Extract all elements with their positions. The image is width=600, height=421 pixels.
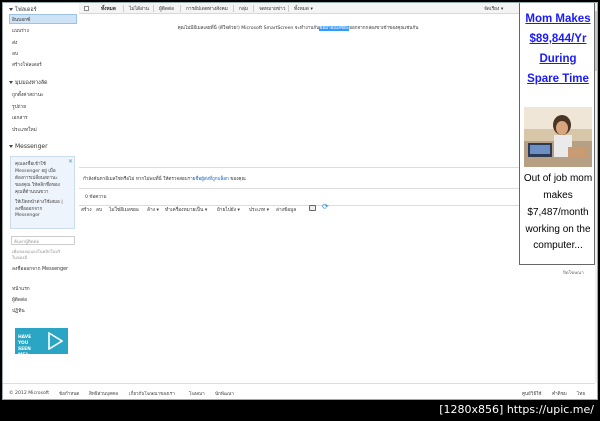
copyright: © 2012 Microsoft — [9, 391, 50, 396]
filter-newsletters[interactable]: จดหมายข่าว — [259, 5, 285, 13]
filter-unread[interactable]: ไม่ได้อ่าน — [129, 5, 149, 13]
messenger-text-line: ต้องการเปลี่ยนสถานะ — [15, 176, 58, 181]
filter-groups[interactable]: กลุ่ม — [239, 5, 248, 13]
divider — [79, 205, 519, 206]
footer-link-developers[interactable]: นักพัฒนา — [215, 391, 234, 398]
toolbar-divider — [123, 5, 124, 12]
toolbar-divider — [253, 5, 254, 12]
sweep-dropdown[interactable]: ล้าง ▾ — [147, 206, 159, 214]
nav-link-calendar[interactable]: ปฏิทิน — [12, 307, 25, 315]
left-navigation: โฟลเดอร์ อินบอกซ์ แบบร่าง ส่ง ลบ สร้างโฟ… — [3, 3, 78, 358]
message-count: 0 ข้อความ — [85, 195, 107, 200]
messenger-heading[interactable]: Messenger — [9, 143, 48, 150]
blocked-note-text: กำลังค้นหาอีเมลใช่หรือไม่ หากไม่พบที่นี่… — [83, 177, 188, 182]
select-all-checkbox[interactable] — [84, 6, 89, 11]
ad-headline-line[interactable]: $89,844/Yr — [520, 33, 596, 45]
toolbar-divider — [288, 5, 289, 12]
footer-link-feedback[interactable]: คำติชม — [552, 391, 567, 398]
footer-link-terms[interactable]: ข้อกำหนด — [59, 391, 79, 398]
blocked-senders-note: กำลังค้นหาอีเมลใช่หรือไม่ หากไม่พบที่นี่… — [83, 176, 246, 183]
folders-heading[interactable]: โฟลเดอร์ — [9, 6, 37, 14]
image-caption: [1280x856] https://upic.me/ — [439, 403, 594, 416]
new-category-link[interactable]: ประเภทใหม่ — [12, 126, 37, 134]
not-junk-button[interactable]: ไม่ใช่อีเมลขยะ — [109, 206, 139, 214]
ad-headline-line[interactable]: Mom Makes — [520, 13, 596, 25]
page-scrollbar[interactable] — [595, 3, 597, 383]
messenger-status-box: × คุณลงชื่อเข้าใช้ Messenger อยู่ เมื่อ … — [10, 156, 75, 229]
footer-link-about-ads[interactable]: เกี่ยวกับโฆษณาของเรา — [129, 391, 175, 398]
refresh-icon[interactable]: ⟳ — [322, 202, 329, 211]
quick-views-heading[interactable]: มุมมองทางลัด — [9, 79, 48, 87]
filter-toolbar: ทั้งหมด ไม่ได้อ่าน ผู้ติดต่อ การอัปเดตทา… — [79, 3, 519, 14]
quick-view-flagged[interactable]: ถูกตั้งค่าสถานะ — [12, 91, 44, 99]
messenger-text-line: ของคุณ ให้คลิกชื่อของ — [15, 183, 60, 188]
ad-body-line: Out of job mom — [523, 173, 593, 184]
report-button[interactable]: ล่างข้อมูล — [276, 206, 296, 214]
mark-as-dropdown[interactable]: ทำเครื่องหมายเป็น ▾ — [165, 206, 207, 214]
ad-photo[interactable] — [524, 107, 592, 167]
folder-sent[interactable]: ส่ง — [12, 39, 17, 47]
filter-social-updates[interactable]: การอัปเดตทางสังคม — [186, 5, 228, 13]
toolbar-divider — [180, 5, 181, 12]
messenger-text-line: Messenger อยู่ เมื่อ — [15, 169, 56, 174]
ad-body-line: working on the — [525, 224, 591, 235]
nav-link-home[interactable]: หน้าแรก — [12, 285, 30, 293]
footer-link-language[interactable]: ไทย — [577, 391, 585, 398]
filter-more-dropdown[interactable]: ทั้งหมด ▾ — [294, 5, 313, 13]
play-icon — [48, 332, 63, 350]
footer-link-help-center[interactable]: ศูนย์วิธีใช้ — [522, 391, 542, 398]
nav-link-contacts[interactable]: ผู้ติดต่อ — [12, 296, 27, 304]
folder-inbox[interactable]: อินบอกซ์ — [12, 16, 30, 24]
category-dropdown[interactable]: ประเภท ▾ — [249, 206, 269, 214]
ad-headline-line[interactable]: During — [520, 53, 596, 65]
empty-message-text-end: ออกจากกล่องขาเข้าของคุณเช่นกัน — [349, 26, 419, 31]
folder-drafts[interactable]: แบบร่าง — [12, 27, 29, 35]
footer-link-advertise[interactable]: โฆษณา — [189, 391, 205, 398]
sort-dropdown[interactable]: จัดเรียง ▾ — [484, 5, 503, 13]
always-open-link[interactable]: ให้เปิดหน้าต่างใช้เสมอ | — [15, 199, 63, 206]
footer-link-privacy[interactable]: สิทธิส่วนบุคคล — [89, 391, 118, 398]
new-folder-link[interactable]: สร้างโฟลเดอร์ — [12, 61, 42, 69]
scroll-thumb[interactable] — [595, 11, 597, 71]
move-to-dropdown[interactable]: ย้ายไปยัง ▾ — [217, 206, 240, 214]
messenger-hint-line: ในของมี — [12, 255, 28, 260]
ad-body-line: computer... — [533, 240, 583, 251]
junk-mail-link[interactable]: ข้อมาอีเมลขยะ — [319, 26, 350, 31]
footer: © 2012 Microsoft ข้อกำหนด สิทธิส่วนบุคคล… — [3, 383, 595, 399]
ad-body-line: makes — [543, 190, 573, 201]
empty-message-text: คุณไม่มีอีเมลเลยที่นี่ (ดีใจด้วย!) Micro… — [177, 26, 320, 31]
have-you-seen-me-banner[interactable]: HAVE YOU SEEN ME? — [15, 328, 68, 358]
sign-out-messenger-link[interactable]: ลงชื่อออกจาก Messenger — [12, 265, 68, 273]
messenger-text-line: คุณที่ด้านบนขวา — [15, 190, 49, 195]
advertisement[interactable]: Mom Makes $89,844/Yr During Spare Time O… — [519, 3, 595, 265]
messenger-text-line: คุณลงชื่อเข้าใช้ — [15, 162, 46, 167]
message-footer-area: กำลังค้นหาอีเมลใช่หรือไม่ หากไม่พบที่นี่… — [79, 167, 519, 208]
ad-label[interactable]: ปิดโฆษณา — [563, 269, 584, 276]
folder-deleted[interactable]: ลบ — [12, 50, 18, 58]
sign-out-link[interactable]: ลงชื่อออกจาก — [15, 206, 42, 213]
close-icon[interactable]: × — [68, 158, 73, 165]
browser-window: โฟลเดอร์ อินบอกซ์ แบบร่าง ส่ง ลบ สร้างโฟ… — [2, 2, 598, 400]
sign-out-link-messenger[interactable]: Messenger — [15, 213, 40, 218]
new-button[interactable]: สร้าง — [81, 206, 92, 214]
blocked-note-text-end: ของคุณ — [228, 177, 246, 182]
banner-text: HAVE YOU SEEN ME? — [18, 335, 32, 358]
blocked-senders-link[interactable]: รายชื่อผู้ส่งที่ถูกบล็อก — [188, 177, 229, 182]
toolbar-divider — [233, 5, 234, 12]
print-icon[interactable] — [309, 205, 316, 211]
toolbar-divider — [153, 5, 154, 12]
page: โฟลเดอร์ อินบอกซ์ แบบร่าง ส่ง ลบ สร้างโฟ… — [0, 0, 600, 421]
search-contacts-input[interactable]: ค้นหาผู้ติดต่อ — [11, 236, 75, 245]
delete-button[interactable]: ลบ — [96, 206, 102, 214]
filter-contacts[interactable]: ผู้ติดต่อ — [159, 5, 174, 13]
empty-inbox-message: คุณไม่มีอีเมลเลยที่นี่ (ดีใจด้วย!) Micro… — [81, 25, 515, 32]
ad-body-line: $7,487/month — [527, 207, 589, 218]
ad-headline-line[interactable]: Spare Time — [520, 73, 596, 85]
quick-view-documents[interactable]: เอกสาร — [12, 114, 28, 122]
divider — [79, 188, 519, 189]
filter-all[interactable]: ทั้งหมด — [101, 5, 116, 13]
quick-view-photos[interactable]: รูปถ่าย — [12, 103, 26, 111]
